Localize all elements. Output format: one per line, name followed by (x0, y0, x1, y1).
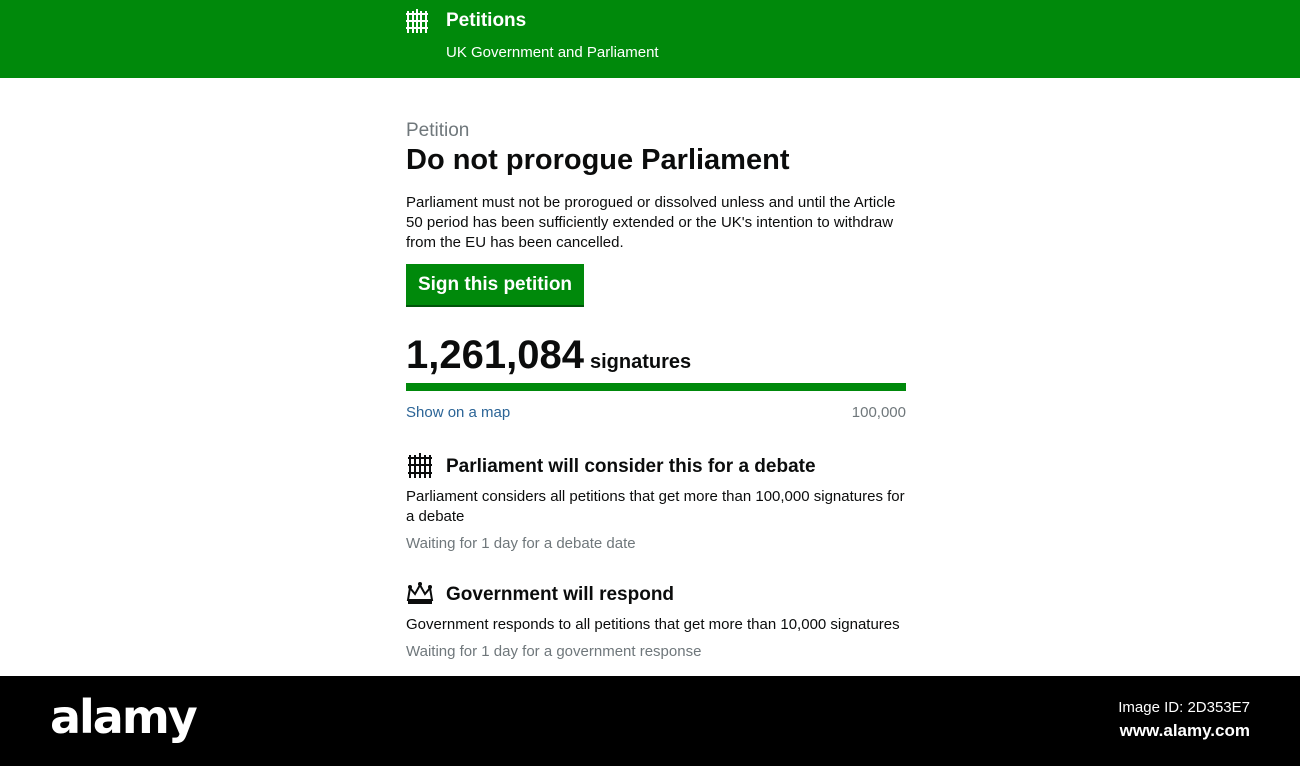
site-subtitle: UK Government and Parliament (446, 44, 659, 61)
crown-icon (406, 582, 434, 604)
site-title[interactable]: Petitions (446, 10, 526, 32)
signature-progress-fill (406, 383, 906, 391)
watermark-footer: alamy Image ID: 2D353E7 www.alamy.com (0, 676, 1300, 766)
petition-description: Parliament must not be prorogued or diss… (406, 194, 896, 251)
debate-section-status: Waiting for 1 day for a debate date (406, 535, 636, 552)
signature-count-row: 1,261,084 signatures (406, 333, 691, 378)
site-url: www.alamy.com (1119, 721, 1250, 740)
signature-label: signatures (589, 351, 692, 373)
alamy-logo: alamy (50, 690, 198, 744)
signature-threshold: 100,000 (851, 404, 906, 421)
response-section-text: Government responds to all petitions tha… (406, 616, 900, 633)
response-section-title: Government will respond (446, 584, 675, 605)
show-on-map-link[interactable]: Show on a map (406, 404, 510, 421)
site-header: Petitions UK Government and Parliament (0, 0, 1300, 78)
signature-progress-bar (406, 383, 906, 391)
portcullis-icon[interactable] (405, 7, 429, 35)
portcullis-icon (408, 453, 432, 478)
debate-section-text: Parliament considers all petitions that … (406, 488, 905, 525)
debate-section-title: Parliament will consider this for a deba… (446, 456, 816, 477)
image-id: Image ID: 2D353E7 (1118, 699, 1250, 716)
signature-count: 1,261,084 (406, 333, 584, 377)
sign-petition-button[interactable]: Sign this petition (406, 264, 584, 305)
response-section-status: Waiting for 1 day for a government respo… (406, 643, 702, 660)
page-title: Do not prorogue Parliament (406, 144, 790, 176)
page-kicker: Petition (406, 120, 470, 141)
